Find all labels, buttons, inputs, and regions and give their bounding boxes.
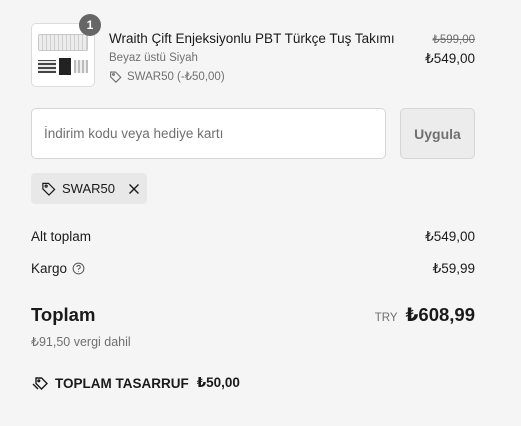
savings-value: ₺50,00: [196, 375, 240, 390]
subtotal-label: Alt toplam: [31, 229, 92, 244]
total-amount: TRY ₺608,99: [375, 304, 475, 326]
apply-button[interactable]: Uygula: [400, 108, 475, 159]
total-label: Toplam: [31, 304, 96, 325]
shipping-label-group: Kargo: [31, 261, 85, 276]
tag-icon: [110, 70, 122, 83]
subtotal-value: ₺549,00: [425, 229, 475, 244]
remove-code-button[interactable]: [125, 180, 143, 198]
total-savings: TOPLAM TASARRUF ₺50,00: [31, 375, 240, 391]
tags-icon: [32, 376, 48, 390]
applied-code-label: SWAR50: [62, 181, 115, 196]
keyboard-image-left: [38, 60, 56, 73]
keyboard-image-mid: [59, 58, 71, 75]
keyboard-image-top: [38, 34, 88, 51]
savings-label: TOPLAM TASARRUF: [55, 375, 189, 391]
product-discount-label: SWAR50 (-₺50,00): [127, 71, 225, 83]
tax-note: ₺91,50 vergi dahil: [31, 335, 131, 349]
currency-code: TRY: [374, 312, 398, 324]
applied-code-chip: SWAR50: [31, 173, 147, 204]
discount-code-input[interactable]: [31, 108, 386, 159]
shipping-value: ₺59,99: [432, 261, 475, 276]
keyboard-image-right: [74, 60, 88, 73]
cart-line-item: 1 Wraith Çift Enjeksiyonlu PBT Türkçe Tu…: [31, 14, 481, 89]
product-variant: Beyaz üstü Siyah: [109, 52, 198, 64]
total-value: ₺608,99: [405, 304, 475, 325]
product-title: Wraith Çift Enjeksiyonlu PBT Türkçe Tuş …: [109, 31, 395, 46]
close-icon: [128, 183, 139, 194]
shipping-label: Kargo: [31, 261, 68, 276]
quantity-badge: 1: [79, 14, 101, 36]
product-original-price: ₺599,00: [432, 34, 476, 46]
product-discount: SWAR50 (-₺50,00): [109, 69, 225, 83]
help-icon[interactable]: [72, 262, 85, 275]
product-price: ₺549,00: [425, 51, 475, 66]
tag-icon: [42, 182, 56, 196]
